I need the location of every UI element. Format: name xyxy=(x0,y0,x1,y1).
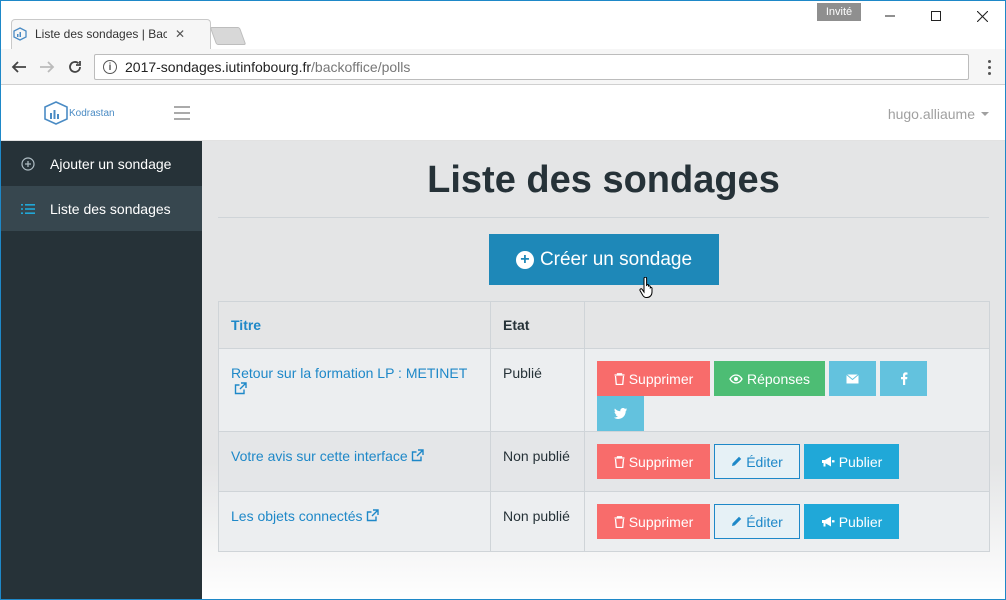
minimize-icon[interactable] xyxy=(867,5,913,27)
poll-title-cell: Les objets connectés xyxy=(218,491,491,552)
plus-circle-icon xyxy=(20,156,36,172)
publish-button[interactable]: Publier xyxy=(804,504,899,539)
pencil-icon xyxy=(732,516,742,526)
envelope-icon xyxy=(846,373,859,383)
external-link-icon xyxy=(234,382,247,395)
sidebar: Ajouter un sondage Liste des sondages xyxy=(1,141,202,599)
publish-button[interactable]: Publier xyxy=(804,444,899,479)
sidebar-item-add-poll[interactable]: Ajouter un sondage xyxy=(1,141,202,186)
responses-button[interactable]: Réponses xyxy=(714,361,825,396)
trash-icon xyxy=(614,455,625,468)
column-header-actions xyxy=(584,301,990,349)
divider xyxy=(218,217,989,218)
delete-label: Supprimer xyxy=(628,513,694,530)
eye-icon xyxy=(729,373,743,384)
create-poll-label: Créer un sondage xyxy=(539,248,693,270)
edit-button[interactable]: Éditer xyxy=(714,504,800,539)
title-bar: Liste des sondages | Back ✕ Invité xyxy=(1,1,1005,49)
poll-title-link[interactable]: Retour sur la formation LP : METINET xyxy=(231,365,467,397)
tab-title: Liste des sondages | Back xyxy=(35,27,167,41)
share-facebook-button[interactable] xyxy=(880,361,927,396)
poll-state: Non publié xyxy=(490,431,585,492)
delete-button[interactable]: Supprimer xyxy=(597,444,710,479)
polls-table: Titre Etat Retour sur la formation LP : … xyxy=(218,301,990,552)
actions-cell: Supprimer Éditer Publier xyxy=(584,491,990,552)
username: hugo.alliaume xyxy=(887,106,975,122)
share-email-button[interactable] xyxy=(829,361,876,396)
info-icon[interactable]: i xyxy=(103,60,117,74)
tab-close-icon[interactable]: ✕ xyxy=(175,27,185,41)
user-menu[interactable]: hugo.alliaume xyxy=(888,106,989,122)
browser-menu-icon[interactable] xyxy=(979,55,999,79)
edit-label: Éditer xyxy=(746,513,783,530)
external-link-icon xyxy=(411,449,424,462)
table-header-row: Titre Etat xyxy=(218,301,990,349)
list-icon xyxy=(20,201,36,217)
logo-text: Kodrastan xyxy=(69,107,115,119)
poll-title-cell: Retour sur la formation LP : METINET xyxy=(218,348,491,432)
guest-badge: Invité xyxy=(817,3,861,21)
sidebar-item-label: Ajouter un sondage xyxy=(50,155,172,172)
delete-button[interactable]: Supprimer xyxy=(597,504,710,539)
create-poll-button[interactable]: + Créer un sondage xyxy=(489,234,719,285)
page-title: Liste des sondages xyxy=(427,159,780,201)
delete-label: Supprimer xyxy=(628,453,694,470)
sidebar-item-poll-list[interactable]: Liste des sondages xyxy=(1,186,202,231)
facebook-icon xyxy=(900,372,907,385)
tab-content[interactable]: Liste des sondages | Back ✕ xyxy=(13,20,197,48)
actions-cell: Supprimer Éditer Publier xyxy=(584,431,990,492)
browser-window: Liste des sondages | Back ✕ Invité i 201… xyxy=(0,0,1006,600)
column-header-state: Etat xyxy=(490,301,585,349)
poll-title-link[interactable]: Votre avis sur cette interface xyxy=(231,448,424,464)
close-window-icon[interactable] xyxy=(959,5,1005,27)
actions-cell: Supprimer Réponses xyxy=(584,348,990,432)
logo[interactable]: Kodrastan xyxy=(43,100,115,126)
edit-button[interactable]: Éditer xyxy=(714,444,800,479)
address-bar[interactable]: i 2017-sondages.iutinfobourg.fr/backoffi… xyxy=(94,54,969,80)
poll-title: Les objets connectés xyxy=(231,508,363,524)
delete-label: Supprimer xyxy=(628,370,694,387)
hand-cursor-icon xyxy=(639,277,653,298)
forward-icon[interactable] xyxy=(35,55,59,79)
trash-icon xyxy=(614,515,625,528)
trash-icon xyxy=(614,372,625,385)
bullhorn-icon xyxy=(821,516,835,527)
share-twitter-button[interactable] xyxy=(597,396,644,431)
caret-down-icon xyxy=(981,112,989,116)
url-host: 2017-sondages.iutinfobourg.fr xyxy=(125,59,312,75)
poll-title: Votre avis sur cette interface xyxy=(231,448,408,464)
table-row: Retour sur la formation LP : METINET Pub… xyxy=(218,348,990,432)
poll-state: Non publié xyxy=(490,491,585,552)
hamburger-menu-icon[interactable] xyxy=(174,106,190,120)
bullhorn-icon xyxy=(821,456,835,467)
new-tab-button[interactable] xyxy=(209,27,247,45)
poll-title: Retour sur la formation LP : METINET xyxy=(231,365,468,381)
sidebar-item-label: Liste des sondages xyxy=(50,200,171,217)
app-header: Kodrastan hugo.alliaume xyxy=(1,86,1005,141)
publish-label: Publier xyxy=(838,513,883,530)
maximize-icon[interactable] xyxy=(913,5,959,27)
table-row: Les objets connectés Non publié Supprime… xyxy=(218,491,990,552)
column-header-title[interactable]: Titre xyxy=(218,301,491,349)
publish-label: Publier xyxy=(838,453,883,470)
pencil-icon xyxy=(732,456,742,466)
plus-circle-icon: + xyxy=(515,250,534,269)
external-link-icon xyxy=(366,509,379,522)
back-icon[interactable] xyxy=(7,55,31,79)
url-path: /backoffice/polls xyxy=(311,59,411,75)
table-row: Votre avis sur cette interface Non publi… xyxy=(218,431,990,492)
poll-title-link[interactable]: Les objets connectés xyxy=(231,508,379,524)
reload-icon[interactable] xyxy=(63,55,87,79)
edit-label: Éditer xyxy=(746,453,783,470)
responses-label: Réponses xyxy=(746,370,811,387)
browser-toolbar: i 2017-sondages.iutinfobourg.fr/backoffi… xyxy=(1,49,1005,85)
poll-title-cell: Votre avis sur cette interface xyxy=(218,431,491,492)
twitter-icon xyxy=(614,408,627,419)
poll-state: Publié xyxy=(490,348,585,432)
delete-button[interactable]: Supprimer xyxy=(597,361,710,396)
favicon-icon xyxy=(13,27,27,41)
main-content: Liste des sondages + Créer un sondage Ti… xyxy=(202,141,1005,599)
